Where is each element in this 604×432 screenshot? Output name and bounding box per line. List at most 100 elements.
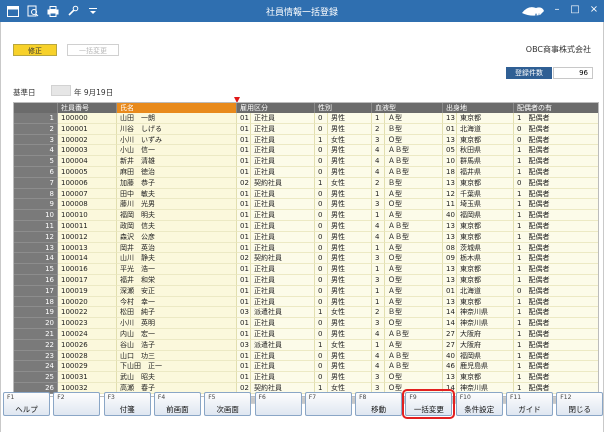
table-cell[interactable]: 正社員 [251,372,315,383]
table-cell[interactable]: 1 配偶者 [514,329,598,340]
table-cell[interactable]: 東京都 [457,221,514,232]
table-cell[interactable]: Ｏ型 [385,275,443,286]
table-cell[interactable]: 11 [443,199,457,211]
table-row[interactable]: 19 100022 松田 純子 03 派遣社員 1 女性 2 Ｂ型 14 神奈川県 1 配偶者 [14,307,598,319]
table-cell[interactable]: Ａ型 [385,210,443,221]
table-cell[interactable]: 4 [372,221,385,232]
table-cell[interactable]: 01 [237,285,251,297]
table-cell[interactable]: 1 [315,307,328,319]
table-cell[interactable]: 100014 [58,253,117,265]
table-cell[interactable]: 男性 [328,361,372,373]
table-cell[interactable]: 1 配偶者 [514,372,598,383]
table-cell[interactable]: 0 [315,264,328,275]
table-cell[interactable]: 0 [315,275,328,286]
table-cell[interactable]: 男性 [328,123,372,135]
table-cell[interactable]: 深瀬 安正 [117,285,237,297]
table-cell[interactable]: 02 [237,177,251,189]
table-cell[interactable]: 正社員 [251,134,315,146]
table-cell[interactable]: 09 [443,253,457,265]
maximize-icon[interactable]: □ [566,2,584,18]
close-icon[interactable]: × [585,2,603,18]
table-cell[interactable]: 3 [372,275,385,286]
fkey-f4-button[interactable]: F4 前画面 [153,392,201,416]
table-cell[interactable]: 01 [237,210,251,221]
table-cell[interactable]: 13 [443,134,457,146]
table-cell[interactable]: 2 [372,177,385,189]
table-cell[interactable]: Ａ型 [385,339,443,351]
table-cell[interactable]: 100007 [58,188,117,200]
table-cell[interactable]: 正社員 [251,285,315,297]
table-cell[interactable]: 4 [372,167,385,178]
table-cell[interactable]: 0 [315,318,328,329]
column-header[interactable]: 出身地 [443,103,514,113]
table-cell[interactable]: 0 [315,199,328,211]
table-cell[interactable]: 男性 [328,318,372,329]
table-cell[interactable]: 東京都 [457,296,514,308]
table-cell[interactable]: 0 [315,156,328,167]
table-cell[interactable]: 0 [315,188,328,200]
table-cell[interactable]: 川谷 しげる [117,123,237,135]
table-cell[interactable]: Ａ型 [385,188,443,200]
table-cell[interactable]: 正社員 [251,231,315,243]
table-cell[interactable]: 13 [443,177,457,189]
fkey-f2-button[interactable]: F2 [53,392,101,416]
table-cell[interactable]: Ａ型 [385,113,443,124]
table-cell[interactable]: 正社員 [251,188,315,200]
table-cell[interactable]: 01 [237,167,251,178]
table-cell[interactable]: 東京都 [457,275,514,286]
table-cell[interactable]: 100028 [58,350,117,362]
table-cell[interactable]: ＡＢ型 [385,350,443,362]
table-cell[interactable]: 100010 [58,210,117,221]
table-cell[interactable]: 小川 英明 [117,318,237,329]
row-number-header[interactable] [14,103,58,113]
table-cell[interactable]: 男性 [328,253,372,265]
fkey-f7-button[interactable]: F7 [304,392,352,416]
table-cell[interactable]: 01 [237,145,251,157]
table-cell[interactable]: 3 [372,372,385,383]
table-cell[interactable]: 男性 [328,156,372,167]
table-cell[interactable]: 1 配偶者 [514,275,598,286]
table-cell[interactable]: 群馬県 [457,156,514,167]
table-cell[interactable]: 正社員 [251,264,315,275]
table-cell[interactable]: 01 [237,221,251,232]
table-cell[interactable]: 小山 信一 [117,145,237,157]
table-cell[interactable]: 1 [372,113,385,124]
table-cell[interactable]: 03 [237,307,251,319]
table-row[interactable]: 21 100024 内山 宏一 01 正社員 0 男性 4 ＡＢ型 27 大阪府 1 配偶者 [14,329,598,340]
table-row[interactable]: 1 100000 山田 一朗 01 正社員 0 男性 1 Ａ型 13 東京都 1 配偶者 [14,113,598,124]
table-cell[interactable]: Ａ型 [385,285,443,297]
table-cell[interactable]: 0 配偶者 [514,123,598,135]
table-cell[interactable]: 男性 [328,296,372,308]
table-cell[interactable]: 40 [443,210,457,221]
table-cell[interactable]: 46 [443,361,457,373]
fkey-f9-button[interactable]: F9 一括変更 [402,389,456,419]
table-cell[interactable]: 鹿児島県 [457,361,514,373]
table-cell[interactable]: 100029 [58,361,117,373]
table-cell[interactable]: ＡＢ型 [385,145,443,157]
table-row[interactable]: 5 100004 新井 清雄 01 正社員 0 男性 4 ＡＢ型 10 群馬県 1 配偶者 [14,156,598,167]
table-cell[interactable]: 1 配偶者 [514,231,598,243]
table-cell[interactable]: 正社員 [251,350,315,362]
table-cell[interactable]: Ｏ型 [385,253,443,265]
table-cell[interactable]: 北海道 [457,285,514,297]
table-cell[interactable]: 1 配偶者 [514,221,598,232]
table-cell[interactable]: 4 [372,350,385,362]
table-row[interactable]: 8 100007 田中 敏夫 01 正社員 0 男性 1 Ａ型 12 千葉県 1 配偶者 [14,188,598,200]
table-cell[interactable]: 0 [315,350,328,362]
table-row[interactable]: 15 100016 平光 浩一 01 正社員 0 男性 1 Ａ型 13 東京都 1 配偶者 [14,264,598,275]
table-cell[interactable]: 男性 [328,113,372,124]
table-cell[interactable]: 男性 [328,167,372,178]
table-cell[interactable]: 福井 和栄 [117,275,237,286]
table-cell[interactable]: 0 [315,361,328,373]
table-cell[interactable]: 栃木県 [457,253,514,265]
table-cell[interactable]: 東京都 [457,134,514,146]
table-cell[interactable]: 東京都 [457,231,514,243]
fkey-f3-button[interactable]: F3 付箋 [103,392,151,416]
table-cell[interactable]: 男性 [328,199,372,211]
table-cell[interactable]: 100002 [58,134,117,146]
table-cell[interactable]: 100008 [58,199,117,211]
fkey-f1-button[interactable]: F1 ヘルプ [3,392,50,416]
table-cell[interactable]: 男性 [328,275,372,286]
table-cell[interactable]: 正社員 [251,123,315,135]
table-cell[interactable]: 男性 [328,210,372,221]
